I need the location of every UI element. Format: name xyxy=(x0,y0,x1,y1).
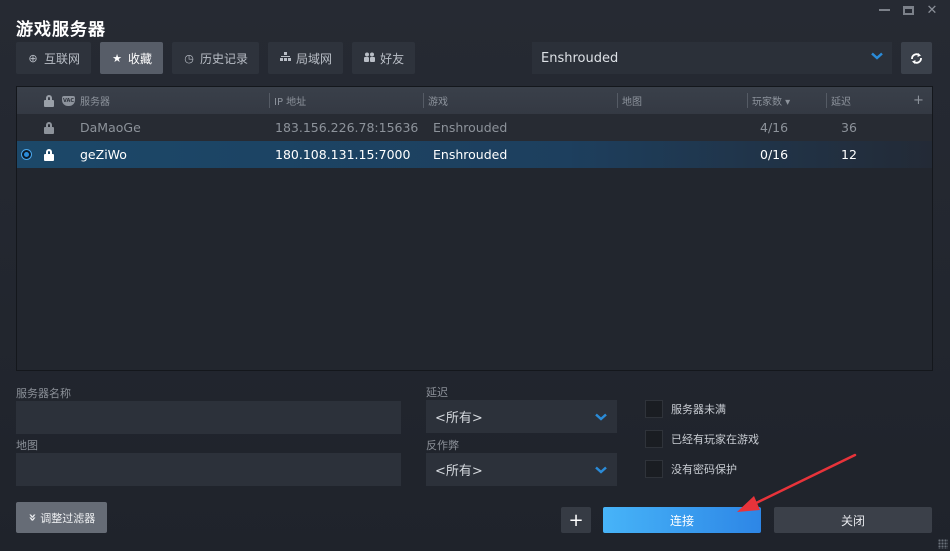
tab-label: 局域网 xyxy=(296,51,333,66)
map-label: 地图 xyxy=(16,439,38,452)
tab-label: 互联网 xyxy=(44,51,81,66)
server-game: Enshrouded xyxy=(433,147,508,162)
server-tabs: ⊕ 互联网 ★ 收藏 ◷ 历史记录 局域网 好友 xyxy=(16,42,416,74)
server-game: Enshrouded xyxy=(433,120,508,135)
column-header-server[interactable]: 服务器 xyxy=(80,87,110,114)
column-header-game[interactable]: 游戏 xyxy=(423,87,448,114)
table-row-selected[interactable]: geZiWo 180.108.131.15:7000 Enshrouded 0/… xyxy=(17,141,932,168)
tab-label: 好友 xyxy=(380,51,405,66)
refresh-icon xyxy=(911,52,922,64)
connect-button[interactable]: 连接 xyxy=(603,507,761,533)
vac-column-header[interactable]: VAC xyxy=(62,87,75,114)
server-players: 4/16 xyxy=(760,120,789,135)
table-row[interactable]: DaMaoGe 183.156.226.78:15636 Enshrouded … xyxy=(17,114,932,141)
latency-select-value: <所有> xyxy=(435,411,483,426)
server-ip: 183.156.226.78:15636 xyxy=(275,120,419,135)
server-ping: 36 xyxy=(841,120,857,135)
latency-label: 延迟 xyxy=(426,386,448,399)
resize-grip-icon[interactable] xyxy=(938,539,948,549)
tab-history[interactable]: ◷ 历史记录 xyxy=(172,42,260,74)
lock-icon xyxy=(44,148,54,161)
tab-friends[interactable]: 好友 xyxy=(352,42,416,74)
column-header-map[interactable]: 地图 xyxy=(617,87,642,114)
tab-favorites[interactable]: ★ 收藏 xyxy=(100,42,164,74)
maximize-icon xyxy=(902,5,914,15)
window-title: 游戏服务器 xyxy=(16,20,106,40)
anticheat-select[interactable]: <所有> xyxy=(426,453,617,486)
close-button[interactable]: 关闭 xyxy=(774,507,932,533)
server-table: VAC 服务器 IP 地址 游戏 地图 玩家数 ▾ 延迟 + DaMaoGe 1… xyxy=(16,86,933,371)
checkbox-label: 服务器未满 xyxy=(671,403,726,416)
password-column-header[interactable] xyxy=(44,87,54,114)
checkbox[interactable] xyxy=(645,400,663,418)
star-icon: ★ xyxy=(112,51,122,65)
server-ping: 12 xyxy=(841,147,857,162)
checkbox-label: 已经有玩家在游戏 xyxy=(671,433,759,446)
add-server-button[interactable]: + xyxy=(561,507,591,533)
server-players: 0/16 xyxy=(760,147,789,162)
game-filter-select[interactable]: Enshrouded xyxy=(532,42,892,74)
double-chevron-down-icon: » xyxy=(24,513,40,522)
checkbox-no-password[interactable]: 没有密码保护 xyxy=(645,460,737,478)
map-input[interactable] xyxy=(16,453,401,486)
anticheat-select-value: <所有> xyxy=(435,464,483,479)
lock-icon xyxy=(44,121,54,134)
column-header-ip[interactable]: IP 地址 xyxy=(268,87,306,114)
server-ip: 180.108.131.15:7000 xyxy=(275,147,411,162)
selected-indicator-icon xyxy=(22,150,31,159)
tab-internet[interactable]: ⊕ 互联网 xyxy=(16,42,92,74)
friends-icon xyxy=(363,52,375,65)
lan-icon xyxy=(279,51,291,65)
minimize-icon xyxy=(878,9,890,11)
column-header-ping[interactable]: 延迟 xyxy=(826,87,851,114)
column-header-players[interactable]: 玩家数 ▾ xyxy=(746,87,790,114)
table-header: VAC 服务器 IP 地址 游戏 地图 玩家数 ▾ 延迟 + xyxy=(17,87,932,114)
add-column-button[interactable]: + xyxy=(913,87,924,114)
server-name: geZiWo xyxy=(80,147,127,162)
server-name-label: 服务器名称 xyxy=(16,387,71,400)
close-icon: ✕ xyxy=(926,2,938,18)
lock-icon xyxy=(44,94,54,107)
adjust-filters-button[interactable]: » 调整过滤器 xyxy=(16,502,107,533)
anticheat-label: 反作弊 xyxy=(426,439,459,452)
checkbox[interactable] xyxy=(645,430,663,448)
server-name-input[interactable] xyxy=(16,401,401,434)
window-controls: ✕ xyxy=(872,2,944,18)
vac-shield-icon: VAC xyxy=(62,95,75,106)
tab-lan[interactable]: 局域网 xyxy=(268,42,344,74)
globe-icon: ⊕ xyxy=(28,51,38,65)
chevron-down-icon xyxy=(595,413,607,421)
clock-icon: ◷ xyxy=(184,51,194,65)
tab-label: 历史记录 xyxy=(200,51,249,66)
checkbox[interactable] xyxy=(645,460,663,478)
minimize-button[interactable] xyxy=(872,2,896,18)
checkbox-has-players[interactable]: 已经有玩家在游戏 xyxy=(645,430,759,448)
maximize-button[interactable] xyxy=(896,2,920,18)
server-name: DaMaoGe xyxy=(80,120,141,135)
close-window-button[interactable]: ✕ xyxy=(920,2,944,18)
refresh-button[interactable] xyxy=(901,42,932,74)
checkbox-not-full[interactable]: 服务器未满 xyxy=(645,400,726,418)
adjust-filters-label: 调整过滤器 xyxy=(40,511,96,525)
chevron-down-icon xyxy=(595,466,607,474)
chevron-down-icon xyxy=(871,52,883,60)
checkbox-label: 没有密码保护 xyxy=(671,463,737,476)
tab-label: 收藏 xyxy=(128,51,153,66)
game-filter-value: Enshrouded xyxy=(541,50,619,66)
latency-select[interactable]: <所有> xyxy=(426,400,617,433)
